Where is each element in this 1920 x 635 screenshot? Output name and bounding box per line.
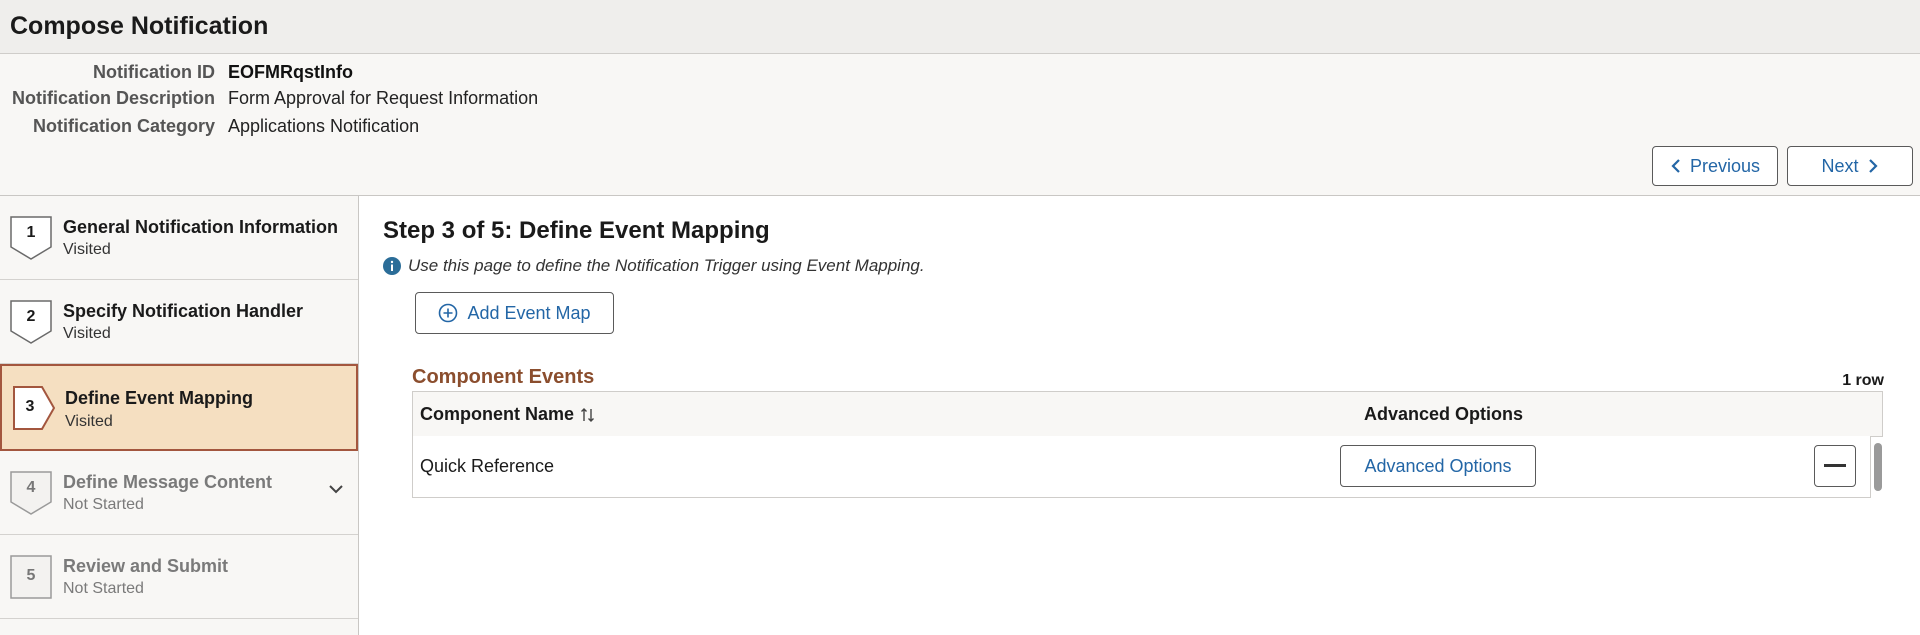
- step-title: Define Event Mapping: [65, 388, 254, 408]
- advanced-options-button[interactable]: Advanced Options: [1340, 445, 1536, 487]
- step-item-5[interactable]: 5 Review and Submit Not Started: [0, 535, 358, 619]
- step-number-badge: 5: [10, 555, 52, 599]
- previous-button-label: Previous: [1689, 155, 1761, 176]
- step-title: General Notification Information: [63, 217, 339, 237]
- chevron-right-icon: [1868, 159, 1878, 173]
- sort-icon[interactable]: [580, 407, 596, 423]
- step-title: Specify Notification Handler: [63, 301, 304, 321]
- step-number-badge: 1: [10, 216, 52, 260]
- step-number: 1: [26, 224, 36, 241]
- step-heading: Step 3 of 5: Define Event Mapping: [383, 217, 770, 244]
- notification-id-label: Notification ID: [93, 62, 215, 82]
- info-message-text: Use this page to define the Notification…: [408, 256, 925, 275]
- step-title: Review and Submit: [63, 556, 229, 576]
- delete-row-button[interactable]: [1814, 445, 1856, 487]
- info-message: Use this page to define the Notification…: [383, 256, 925, 276]
- step-status: Visited: [65, 413, 113, 430]
- step-item-1[interactable]: 1 General Notification Information Visit…: [0, 196, 358, 280]
- step-number: 4: [26, 479, 36, 496]
- previous-button[interactable]: Previous: [1652, 146, 1778, 186]
- column-header-component-name[interactable]: Component Name: [420, 404, 596, 425]
- step-status: Visited: [63, 325, 111, 342]
- notification-description-row: Notification Description Form Approval f…: [0, 88, 700, 112]
- component-name-cell: Quick Reference: [420, 456, 555, 476]
- notification-header: Notification ID EOFMRqstInfo Notificatio…: [0, 54, 1920, 196]
- step-number: 5: [26, 567, 36, 584]
- chevron-down-icon[interactable]: [328, 483, 344, 495]
- notification-description-label: Notification Description: [11, 88, 215, 108]
- chevron-left-icon: [1671, 159, 1680, 173]
- next-button-label: Next: [1821, 155, 1859, 176]
- title-bar: Compose Notification: [0, 0, 1920, 54]
- step-status: Visited: [63, 241, 111, 258]
- notification-description-value: Form Approval for Request Information: [228, 88, 539, 108]
- add-event-map-label: Add Event Map: [467, 302, 591, 323]
- component-events-grid: Component Name Advanced Options Quick Re…: [412, 391, 1883, 498]
- step-status: Not Started: [63, 580, 144, 597]
- notification-id-row: Notification ID EOFMRqstInfo: [0, 62, 700, 86]
- step-number-badge: 3: [13, 386, 56, 430]
- page-title: Compose Notification: [10, 12, 269, 40]
- step-number: 2: [26, 308, 36, 325]
- minus-icon: [1824, 464, 1846, 467]
- add-event-map-button[interactable]: Add Event Map: [415, 292, 614, 334]
- column-header-label: Component Name: [420, 404, 575, 424]
- step-number: 3: [25, 398, 35, 415]
- step-title: Define Message Content: [63, 472, 273, 492]
- component-events-title: Component Events: [412, 366, 595, 388]
- step-sidebar: 1 General Notification Information Visit…: [0, 196, 359, 635]
- row-count: 1 row: [1842, 372, 1884, 389]
- step-number-badge: 2: [10, 300, 52, 344]
- notification-category-row: Notification Category Applications Notif…: [0, 116, 700, 140]
- next-button[interactable]: Next: [1787, 146, 1913, 186]
- column-header-advanced-options: Advanced Options: [1364, 404, 1524, 424]
- notification-id-value: EOFMRqstInfo: [228, 62, 353, 82]
- info-icon: [383, 257, 401, 275]
- step-number-badge: 4: [10, 471, 52, 515]
- grid-header: Component Name Advanced Options: [412, 391, 1883, 437]
- notification-category-value: Applications Notification: [228, 116, 420, 136]
- plus-circle-icon: [439, 303, 458, 323]
- table-row: Quick Reference Advanced Options: [412, 436, 1871, 498]
- notification-category-label: Notification Category: [32, 116, 215, 136]
- step-item-3[interactable]: 3 Define Event Mapping Visited: [0, 364, 358, 451]
- grid-scrollbar[interactable]: [1874, 443, 1882, 491]
- step-item-4[interactable]: 4 Define Message Content Not Started: [0, 451, 358, 535]
- step-item-2[interactable]: 2 Specify Notification Handler Visited: [0, 280, 358, 364]
- step-status: Not Started: [63, 496, 144, 513]
